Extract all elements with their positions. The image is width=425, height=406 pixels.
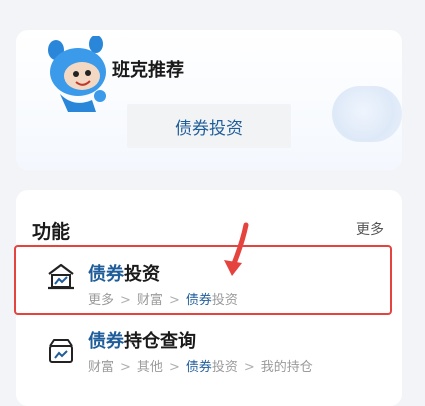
box-chart-icon <box>49 339 73 363</box>
bond-investment-chip[interactable]: 债券投资 <box>127 104 291 148</box>
annotation-arrow-icon <box>224 222 249 276</box>
function-item-title: 债券持仓查询 <box>88 331 196 352</box>
breadcrumb: 财富 > 其他 > 债券投资 > 我的持仓 <box>88 360 313 375</box>
more-link[interactable]: 更多 <box>356 219 384 239</box>
banker-recommend-card <box>16 30 402 170</box>
function-item-title: 债券投资 <box>88 264 160 285</box>
mascot-icon <box>48 36 106 112</box>
functions-title: 功能 <box>32 221 71 243</box>
banker-title: 班克推荐 <box>112 60 184 81</box>
house-chart-icon <box>48 263 74 290</box>
breadcrumb: 更多 > 财富 > 债券投资 <box>88 293 238 308</box>
decorative-bubble <box>332 86 402 142</box>
